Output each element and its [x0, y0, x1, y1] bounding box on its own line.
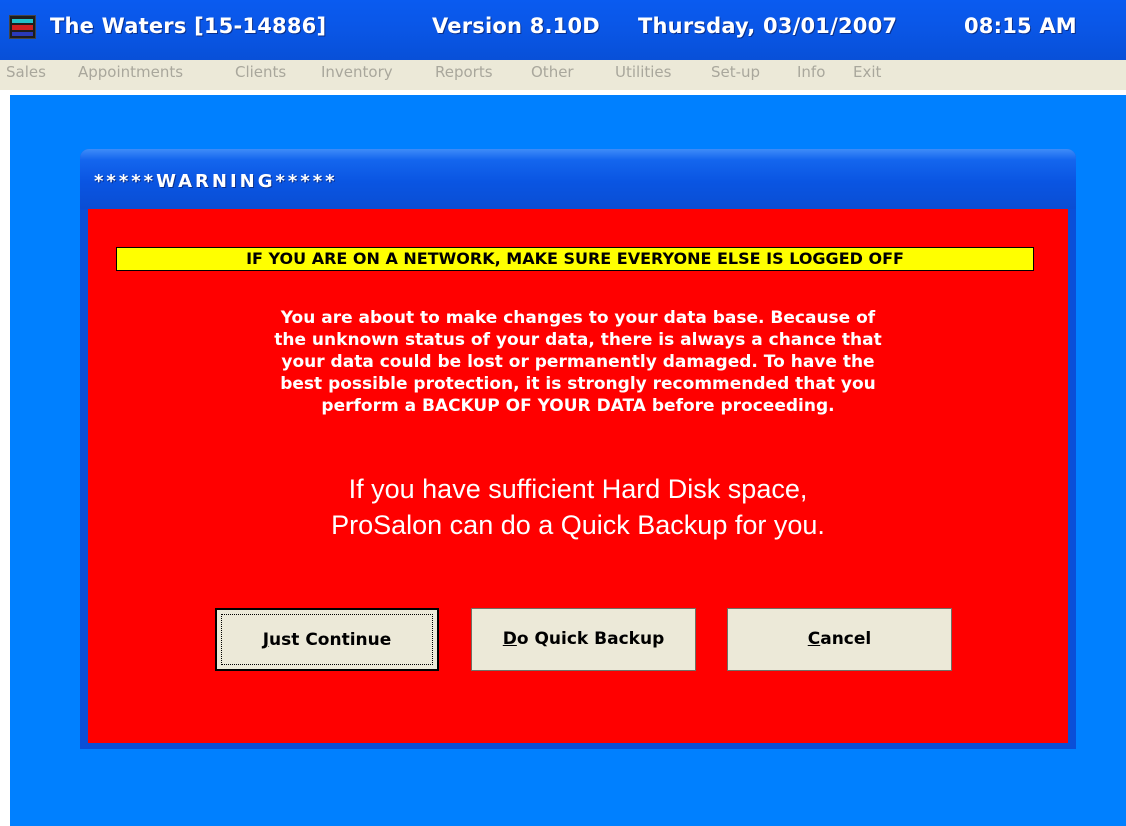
app-title-name: The Waters [15-14886]	[50, 14, 327, 38]
prosalon-app-icon[interactable]	[9, 15, 36, 39]
desktop: The Waters [15-14886] Version 8.10D Thur…	[0, 0, 1126, 826]
caution-line: You are about to make changes to your da…	[280, 308, 876, 328]
label-rest: ust Continue	[269, 630, 392, 650]
menu-item-reports[interactable]: Reports	[435, 63, 493, 81]
accelerator-key: C	[807, 629, 821, 649]
app-title-version: Version 8.10D	[432, 14, 600, 38]
dialog-title: *****WARNING*****	[94, 171, 338, 192]
caution-line: perform a BACKUP OF YOUR DATA before pro…	[321, 396, 835, 416]
backup-offer-line: If you have sufficient Hard Disk space,	[348, 474, 808, 504]
do-quick-backup-button[interactable]: Do Quick Backup	[471, 608, 696, 671]
backup-offer-line: ProSalon can do a Quick Backup for you.	[331, 510, 825, 540]
menu-item-clients[interactable]: Clients	[235, 63, 286, 81]
menu-item-other[interactable]: Other	[531, 63, 574, 81]
label-rest: ancel	[820, 629, 872, 649]
dialog-body: IF YOU ARE ON A NETWORK, MAKE SURE EVERY…	[88, 209, 1068, 743]
warning-dialog: *****WARNING***** IF YOU ARE ON A NETWOR…	[80, 149, 1076, 749]
menu-item-appointments[interactable]: Appointments	[78, 63, 183, 81]
menu-item-exit[interactable]: Exit	[853, 63, 881, 81]
menu-item-inventory[interactable]: Inventory	[321, 63, 393, 81]
just-continue-label: Just Continue	[263, 630, 392, 650]
data-change-caution: You are about to make changes to your da…	[88, 307, 1068, 417]
caution-line: best possible protection, it is strongly…	[280, 374, 876, 394]
app-title-bar[interactable]: The Waters [15-14886] Version 8.10D Thur…	[0, 0, 1126, 60]
menu-item-sales[interactable]: Sales	[6, 63, 46, 81]
accelerator-key: D	[502, 629, 517, 649]
caution-line: the unknown status of your data, there i…	[274, 330, 882, 350]
menu-item-setup[interactable]: Set-up	[711, 63, 760, 81]
menu-item-info[interactable]: Info	[797, 63, 825, 81]
app-title-time: 08:15 AM	[964, 14, 1077, 38]
network-warning-banner: IF YOU ARE ON A NETWORK, MAKE SURE EVERY…	[116, 247, 1034, 271]
cancel-label: Cancel	[808, 629, 872, 649]
caution-line: your data could be lost or permanently d…	[281, 352, 875, 372]
app-title-date: Thursday, 03/01/2007	[638, 14, 898, 38]
menu-bar: Sales Appointments Clients Inventory Rep…	[0, 60, 1126, 90]
menu-item-utilities[interactable]: Utilities	[615, 63, 671, 81]
dialog-title-bar[interactable]: *****WARNING*****	[80, 149, 1076, 209]
just-continue-button[interactable]: Just Continue	[215, 608, 439, 671]
quick-backup-offer: If you have sufficient Hard Disk space, …	[88, 471, 1068, 543]
label-rest: o Quick Backup	[516, 629, 665, 649]
do-quick-backup-label: Do Quick Backup	[503, 629, 665, 649]
cancel-button[interactable]: Cancel	[727, 608, 952, 671]
